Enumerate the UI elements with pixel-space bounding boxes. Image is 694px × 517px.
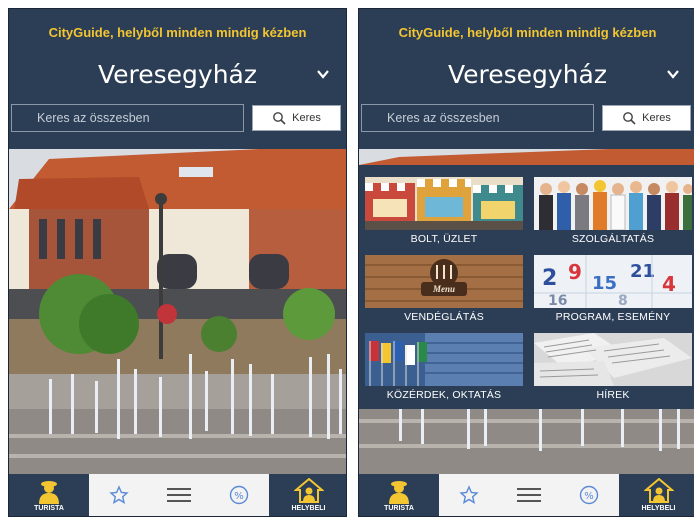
svg-text:%: % bbox=[584, 491, 594, 502]
tab-local-label: HELYBELI bbox=[291, 505, 326, 512]
search-icon bbox=[273, 112, 286, 125]
category-tile-public[interactable]: KÖZÉRDEK, OKTATÁS bbox=[365, 333, 523, 405]
star-icon bbox=[109, 485, 129, 504]
newspaper-icon bbox=[534, 333, 692, 386]
star-icon bbox=[459, 485, 479, 504]
flags-icon bbox=[365, 333, 523, 386]
city-selector[interactable]: Veresegyház bbox=[9, 57, 346, 93]
menu-badge: Menu bbox=[432, 284, 455, 294]
tab-tourist-label: TURISTA bbox=[384, 505, 414, 512]
phone-screen-home: CityGuide, helyből minden mindig kézben … bbox=[8, 8, 347, 517]
svg-text:16: 16 bbox=[548, 293, 567, 308]
tab-tourist-label: TURISTA bbox=[34, 505, 64, 512]
tab-discounts[interactable]: % bbox=[209, 474, 269, 516]
city-selector[interactable]: Veresegyház bbox=[359, 57, 694, 93]
chevron-down-icon[interactable] bbox=[316, 67, 330, 81]
tab-tourist[interactable]: TURISTA bbox=[359, 474, 439, 516]
services-icon bbox=[534, 177, 692, 230]
category-tile-hospitality[interactable]: Menu VENDÉGLÁTÁS bbox=[365, 255, 523, 327]
hamburger-menu-icon bbox=[167, 488, 191, 502]
tab-local-label: HELYBELI bbox=[641, 505, 676, 512]
app-tagline: CityGuide, helyből minden mindig kézben bbox=[398, 25, 657, 40]
tab-local[interactable]: HELYBELI bbox=[619, 474, 694, 516]
svg-text:21: 21 bbox=[630, 261, 655, 282]
category-label: SZOLGÁLTATÁS bbox=[571, 233, 655, 245]
category-label: HÍREK bbox=[596, 389, 630, 401]
calendar-icon: 2 9 15 21 4 16 8 bbox=[534, 255, 692, 308]
category-label: PROGRAM, ESEMÉNY bbox=[555, 311, 671, 323]
tab-local[interactable]: HELYBELI bbox=[269, 474, 346, 516]
percent-icon: % bbox=[579, 485, 599, 505]
chevron-down-icon[interactable] bbox=[666, 67, 680, 81]
percent-icon: % bbox=[229, 485, 249, 505]
svg-text:8: 8 bbox=[618, 293, 628, 308]
svg-text:4: 4 bbox=[662, 272, 676, 296]
svg-text:%: % bbox=[234, 491, 244, 502]
tab-tourist[interactable]: TURISTA bbox=[9, 474, 89, 516]
svg-text:9: 9 bbox=[568, 260, 582, 284]
local-house-icon bbox=[293, 478, 324, 503]
category-grid: BOLT, ÜZLET SZOLGÁLTATÁS Menu VENDÉGLÁTÁ… bbox=[359, 165, 694, 409]
tab-favorites[interactable] bbox=[439, 474, 499, 516]
tab-discounts[interactable]: % bbox=[559, 474, 619, 516]
town-hall-photo bbox=[9, 149, 346, 478]
hamburger-menu-icon bbox=[517, 488, 541, 502]
svg-text:15: 15 bbox=[592, 273, 617, 294]
category-label: VENDÉGLÁTÁS bbox=[404, 311, 484, 323]
svg-text:2: 2 bbox=[542, 266, 557, 291]
search-icon bbox=[623, 112, 636, 125]
tab-menu[interactable] bbox=[149, 474, 209, 516]
tab-favorites[interactable] bbox=[89, 474, 149, 516]
bottom-tab-bar: TURISTA % HELYBELI bbox=[359, 474, 694, 516]
tab-menu[interactable] bbox=[499, 474, 559, 516]
app-tagline: CityGuide, helyből minden mindig kézben bbox=[48, 25, 307, 40]
category-tile-services[interactable]: SZOLGÁLTATÁS bbox=[534, 177, 692, 249]
category-label: BOLT, ÜZLET bbox=[410, 233, 478, 245]
search-button[interactable]: Keres bbox=[252, 105, 341, 131]
tourist-icon bbox=[39, 481, 59, 504]
search-input[interactable]: Keres az összesben bbox=[11, 104, 244, 132]
local-house-icon bbox=[643, 478, 674, 503]
category-tile-news[interactable]: HÍREK bbox=[534, 333, 692, 405]
city-name: Veresegyház bbox=[97, 60, 257, 89]
category-tile-shop[interactable]: BOLT, ÜZLET bbox=[365, 177, 523, 249]
search-input[interactable]: Keres az összesben bbox=[361, 104, 594, 132]
tourist-icon bbox=[389, 481, 409, 504]
bottom-tab-bar: TURISTA % HELYBELI bbox=[9, 474, 346, 516]
search-button-label: Keres bbox=[642, 112, 671, 124]
search-button-label: Keres bbox=[292, 112, 321, 124]
phone-screen-categories: CityGuide, helyből minden mindig kézben … bbox=[358, 8, 694, 517]
shop-icon bbox=[365, 177, 523, 230]
category-label: KÖZÉRDEK, OKTATÁS bbox=[386, 389, 502, 401]
category-tile-events[interactable]: 2 9 15 21 4 16 8 PROGRAM, ESEMÉNY bbox=[534, 255, 692, 327]
city-name: Veresegyház bbox=[447, 60, 607, 89]
search-button[interactable]: Keres bbox=[602, 105, 691, 131]
menu-icon: Menu bbox=[365, 255, 523, 308]
